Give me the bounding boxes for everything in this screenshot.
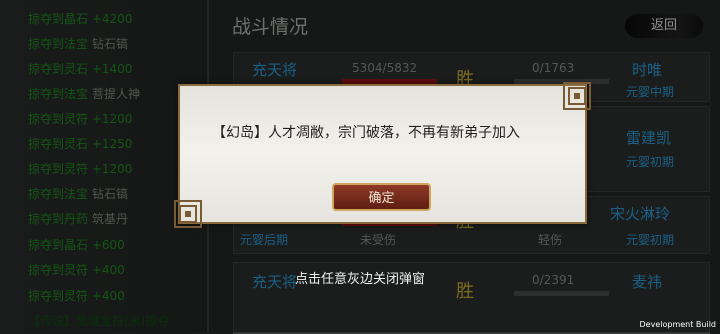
close-hint: 点击任意灰边关闭弹窗 [294, 272, 425, 287]
ornament-corner-icon [563, 82, 591, 110]
dialog-message: 【幻岛】人才凋敝，宗门破落，不再有新弟子加入 [212, 125, 520, 141]
confirm-button[interactable]: 确定 [332, 183, 431, 211]
ornament-corner-icon [174, 200, 202, 228]
notice-dialog: 【幻岛】人才凋敝，宗门破落，不再有新弟子加入 确定 [174, 82, 591, 228]
dev-build-label: Development Build [639, 320, 716, 329]
